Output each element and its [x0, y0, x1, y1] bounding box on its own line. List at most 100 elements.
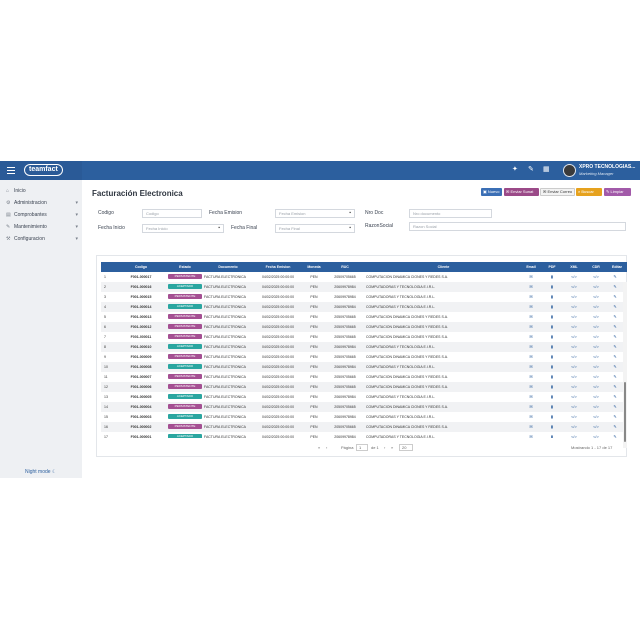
xml-icon[interactable]: </> [563, 312, 585, 322]
xml-icon[interactable]: </> [563, 422, 585, 432]
email-icon[interactable]: ✉ [521, 372, 541, 382]
pdf-icon[interactable]: ▮ [541, 312, 563, 322]
email-icon[interactable]: ✉ [521, 302, 541, 312]
email-icon[interactable]: ✉ [521, 342, 541, 352]
xml-icon[interactable]: </> [563, 432, 585, 438]
sidebar-item-administracion[interactable]: ⚙ Administracion ▾ [6, 198, 82, 208]
col-ruc[interactable]: RUC [324, 262, 366, 272]
cdr-icon[interactable]: </> [585, 322, 607, 332]
cdr-icon[interactable]: </> [585, 332, 607, 342]
buscar-button[interactable]: ⌕ Buscar [576, 188, 602, 196]
table-row[interactable]: 5 F001-000013 PERSISTENTE FACTURA ELECTRONI… [101, 312, 623, 322]
edit-icon[interactable]: ✎ [607, 302, 623, 312]
calendar-icon[interactable]: ▪ [349, 210, 351, 217]
fecha-inicio-input[interactable]: Fecha Inicio ▪ [142, 224, 224, 233]
codigo-input[interactable]: Codigo [142, 209, 202, 218]
email-icon[interactable]: ✉ [521, 382, 541, 392]
xml-icon[interactable]: </> [563, 322, 585, 332]
last-page-button[interactable]: » [391, 445, 393, 451]
table-row[interactable]: 11 F001-000007 PERSISTENTE FACTURA ELECTRON… [101, 372, 623, 382]
col-documento[interactable]: Documento [204, 262, 252, 272]
table-row[interactable]: 16 F001-000002 PERSISTENTE FACTURA ELECTRON… [101, 422, 623, 432]
email-icon[interactable]: ✉ [521, 332, 541, 342]
pdf-icon[interactable]: ▮ [541, 282, 563, 292]
table-row[interactable]: 9 F001-000009 PERSISTENTE FACTURA ELECTRONI… [101, 352, 623, 362]
xml-icon[interactable]: </> [563, 292, 585, 302]
edit-icon[interactable]: ✎ [607, 372, 623, 382]
pdf-icon[interactable]: ▮ [541, 382, 563, 392]
fecha-final-input[interactable]: Fecha Final ▪ [275, 224, 355, 233]
table-row[interactable]: 4 F001-000014 ACEPTADO FACTURA ELECTRONICA 0… [101, 302, 623, 312]
nro-doc-input[interactable]: Nro documento [409, 209, 492, 218]
edit-icon[interactable]: ✎ [607, 352, 623, 362]
email-icon[interactable]: ✉ [521, 402, 541, 412]
table-row[interactable]: 14 F001-000004 PERSISTENTE FACTURA ELECTRON… [101, 402, 623, 412]
pdf-icon[interactable]: ▮ [541, 302, 563, 312]
edit-icon[interactable]: ✎ [607, 432, 623, 438]
prev-page-button[interactable]: ‹ [326, 445, 327, 451]
table-row[interactable]: 6 F001-000012 PERSISTENTE FACTURA ELECTRONI… [101, 322, 623, 332]
cdr-icon[interactable]: </> [585, 282, 607, 292]
fecha-emision-input[interactable]: Fecha Emision ▪ [275, 209, 355, 218]
company-name[interactable]: XPRO TECNOLOGIAS... [579, 164, 635, 170]
xml-icon[interactable]: </> [563, 352, 585, 362]
xml-icon[interactable]: </> [563, 342, 585, 352]
cdr-icon[interactable]: </> [585, 372, 607, 382]
avatar[interactable] [563, 164, 576, 177]
sidebar-item-comprobantes[interactable]: ▤ Comprobantes ▾ [6, 210, 82, 220]
table-row[interactable]: 13 F001-000005 ACEPTADO FACTURA ELECTRONICA… [101, 392, 623, 402]
cdr-icon[interactable]: </> [585, 272, 607, 282]
sidebar-item-inicio[interactable]: ⌂ Inicio [6, 186, 82, 196]
email-icon[interactable]: ✉ [521, 282, 541, 292]
pdf-icon[interactable]: ▮ [541, 392, 563, 402]
pdf-icon[interactable]: ▮ [541, 412, 563, 422]
pdf-icon[interactable]: ▮ [541, 372, 563, 382]
edit-icon[interactable]: ✎ [607, 402, 623, 412]
sidebar-item-configuracion[interactable]: ⚒ Configuracion ▾ [6, 234, 82, 244]
table-row[interactable]: 8 F001-000010 ACEPTADO FACTURA ELECTRONICA 0… [101, 342, 623, 352]
pdf-icon[interactable]: ▮ [541, 342, 563, 352]
email-icon[interactable]: ✉ [521, 432, 541, 438]
grid-icon[interactable]: ▦ [543, 166, 550, 174]
email-icon[interactable]: ✉ [521, 392, 541, 402]
xml-icon[interactable]: </> [563, 272, 585, 282]
cdr-icon[interactable]: </> [585, 392, 607, 402]
email-icon[interactable]: ✉ [521, 322, 541, 332]
edit-icon[interactable]: ✎ [607, 412, 623, 422]
col-moneda[interactable]: Moneda [304, 262, 324, 272]
calendar-icon[interactable]: ▪ [349, 225, 351, 232]
xml-icon[interactable]: </> [563, 372, 585, 382]
table-row[interactable]: 17 F001-000001 ACEPTADO FACTURA ELECTRONICA… [101, 432, 623, 438]
table-row[interactable]: 12 F001-000006 PERSISTENTE FACTURA ELECTRON… [101, 382, 623, 392]
xml-icon[interactable]: </> [563, 392, 585, 402]
edit-icon[interactable]: ✎ [607, 332, 623, 342]
pdf-icon[interactable]: ▮ [541, 432, 563, 438]
first-page-button[interactable]: « [318, 445, 320, 451]
email-icon[interactable]: ✉ [521, 422, 541, 432]
cdr-icon[interactable]: </> [585, 422, 607, 432]
cdr-icon[interactable]: </> [585, 302, 607, 312]
col-fecha-emision[interactable]: Fecha Emision [252, 262, 304, 272]
wand-icon[interactable]: ✦ [512, 166, 518, 174]
col-codigo[interactable]: Codigo [116, 262, 166, 272]
table-row[interactable]: 3 F001-000015 PERSISTENTE FACTURA ELECTRONI… [101, 292, 623, 302]
email-icon[interactable]: ✉ [521, 412, 541, 422]
xml-icon[interactable]: </> [563, 332, 585, 342]
nuevo-button[interactable]: ▣ Nuevo [481, 188, 502, 196]
edit-icon[interactable]: ✎ [607, 422, 623, 432]
edit-icon[interactable]: ✎ [607, 322, 623, 332]
menu-icon[interactable] [7, 167, 15, 174]
next-page-button[interactable]: › [384, 445, 385, 451]
enviar-correo-button[interactable]: ✉ Enviar Correo [540, 188, 575, 196]
pdf-icon[interactable]: ▮ [541, 402, 563, 412]
edit-icon[interactable]: ✎ [607, 282, 623, 292]
edit-icon[interactable]: ✎ [528, 166, 534, 174]
page-size-select[interactable]: 20 [399, 444, 413, 451]
cdr-icon[interactable]: </> [585, 402, 607, 412]
cdr-icon[interactable]: </> [585, 362, 607, 372]
calendar-icon[interactable]: ▪ [218, 225, 220, 232]
xml-icon[interactable]: </> [563, 282, 585, 292]
col-estado[interactable]: Estado [166, 262, 204, 272]
email-icon[interactable]: ✉ [521, 272, 541, 282]
table-row[interactable]: 1 F001-000017 PERSISTENTE FACTURA ELECTRONI… [101, 272, 623, 282]
